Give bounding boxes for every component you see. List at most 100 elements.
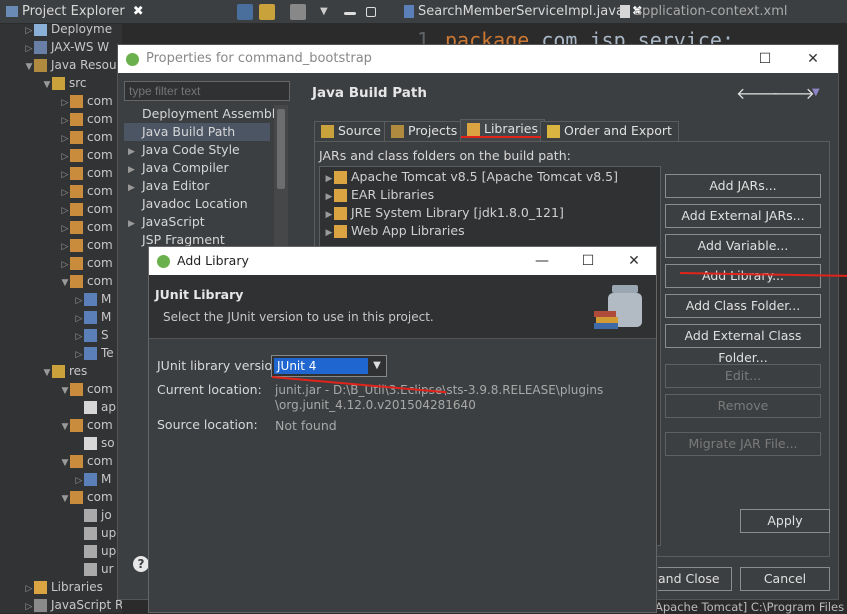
tab-source[interactable]: Source xyxy=(314,121,388,141)
explorer-item[interactable]: ▷ com xyxy=(60,218,113,236)
close-icon[interactable]: ✕ xyxy=(611,247,657,275)
explorer-item[interactable]: ▷ com xyxy=(60,254,113,272)
explorer-item[interactable]: ▼ src xyxy=(42,74,87,92)
explorer-item[interactable]: ▼ Java Resou xyxy=(24,56,117,74)
add-library-titlebar: Add Library — ☐ ✕ xyxy=(149,247,656,275)
junit-version-select[interactable]: JUnit 4 ▼ xyxy=(271,355,387,377)
apply-button[interactable]: Apply xyxy=(740,509,830,533)
annotation-underline-libraries xyxy=(461,136,541,138)
explorer-item[interactable]: ▷ com xyxy=(60,128,113,146)
nav-item-label: Java Editor xyxy=(142,178,210,193)
chevron-right-icon[interactable]: ▷ xyxy=(24,598,34,613)
edit-button[interactable]: Edit... xyxy=(665,364,821,388)
apply-and-close-button[interactable]: and Close xyxy=(658,567,732,591)
tree-node-icon xyxy=(70,113,83,126)
chevron-down-icon[interactable]: ▼ xyxy=(60,490,70,508)
explorer-item[interactable]: ▷ Te xyxy=(74,344,114,362)
collapse-all-icon[interactable] xyxy=(237,4,253,20)
add-external-class-folder-button[interactable]: Add External Class Folder... xyxy=(665,324,821,365)
chevron-down-icon[interactable]: ▼ xyxy=(60,418,70,436)
chevron-right-icon[interactable]: ▶ xyxy=(324,224,334,242)
cancel-button[interactable]: Cancel xyxy=(740,567,830,591)
explorer-item[interactable]: ▷ JavaScript Resou xyxy=(24,596,122,613)
explorer-item[interactable]: ▷ com xyxy=(60,200,113,218)
add-external-jars-button[interactable]: Add External JARs... xyxy=(665,204,821,228)
explorer-item[interactable]: ▷ M xyxy=(74,290,111,308)
chevron-down-icon[interactable]: ▼ xyxy=(42,76,52,94)
view-menu-icon[interactable]: ▼ xyxy=(320,4,332,20)
explorer-item[interactable]: up xyxy=(74,524,116,542)
explorer-item[interactable]: ▼ com xyxy=(60,452,113,470)
nav-item[interactable]: ▶ JavaScript xyxy=(124,213,270,231)
explorer-item[interactable]: ur xyxy=(74,560,114,578)
explorer-item[interactable]: up xyxy=(74,542,116,560)
explorer-item[interactable]: ▷ M xyxy=(74,470,111,488)
remove-button[interactable]: Remove xyxy=(665,394,821,418)
nav-item[interactable]: Javadoc Location xyxy=(124,195,270,213)
minimize-icon[interactable]: — xyxy=(519,247,565,275)
explorer-item[interactable]: ▼ com xyxy=(60,488,113,506)
migrate-jar-button[interactable]: Migrate JAR File... xyxy=(665,432,821,456)
minimize-icon[interactable] xyxy=(344,12,356,15)
explorer-item[interactable]: ▷ S xyxy=(74,326,109,344)
nav-item[interactable]: ▶ Java Compiler xyxy=(124,159,270,177)
close-icon[interactable]: ✕ xyxy=(790,45,836,73)
nav-item[interactable]: ▶ Java Editor xyxy=(124,177,270,195)
explorer-item-label: Libraries xyxy=(51,580,103,594)
explorer-item[interactable]: ▷ com xyxy=(60,92,113,110)
maximize-icon[interactable]: ☐ xyxy=(565,247,611,275)
explorer-item[interactable]: ap xyxy=(74,398,116,416)
explorer-item[interactable]: ▷ com xyxy=(60,236,113,254)
jar-caption: JARs and class folders on the build path… xyxy=(319,148,571,163)
library-item[interactable]: ▶ Apache Tomcat v8.5 [Apache Tomcat v8.5] xyxy=(324,168,618,186)
chevron-down-icon[interactable]: ▼ xyxy=(24,58,34,76)
nav-scroll-thumb[interactable] xyxy=(277,109,285,189)
nav-item[interactable]: Java Build Path xyxy=(124,123,270,141)
chevron-down-icon[interactable]: ▼ xyxy=(60,382,70,400)
view-menu-icon[interactable]: ▼ xyxy=(812,87,820,98)
chevron-down-icon[interactable]: ▼ xyxy=(60,454,70,472)
explorer-item[interactable]: ▼ com xyxy=(60,380,113,398)
explorer-item[interactable]: ▷ Deployme xyxy=(24,24,112,38)
chevron-down-icon[interactable]: ▼ xyxy=(60,274,70,292)
filter-input[interactable] xyxy=(124,81,290,101)
explorer-item[interactable]: so xyxy=(74,434,115,452)
chevron-down-icon[interactable]: ▼ xyxy=(368,356,386,376)
library-item[interactable]: ▶ EAR Libraries xyxy=(324,186,434,204)
nav-item[interactable]: ▶ Java Code Style xyxy=(124,141,270,159)
tree-node-icon xyxy=(34,41,47,54)
add-library-title: Add Library xyxy=(177,253,249,268)
forward-arrow-icon[interactable]: 🡒 xyxy=(772,83,815,103)
chevron-down-icon[interactable]: ▼ xyxy=(42,364,52,382)
explorer-item[interactable]: ▷ JAX-WS W xyxy=(24,38,109,56)
library-item[interactable]: ▶ JRE System Library [jdk1.8.0_121] xyxy=(324,204,564,222)
explorer-item[interactable]: ▷ com xyxy=(60,110,113,128)
tab-application-context[interactable]: application-context.xml xyxy=(620,2,788,22)
tab-project-explorer[interactable]: Project Explorer ✖ xyxy=(6,2,144,22)
explorer-item[interactable]: ▷ com xyxy=(60,146,113,164)
add-class-folder-button[interactable]: Add Class Folder... xyxy=(665,294,821,318)
tree-node-icon xyxy=(84,527,97,540)
explorer-item[interactable]: jo xyxy=(74,506,112,524)
explorer-item[interactable]: ▼ com xyxy=(60,272,113,290)
filter-icon[interactable] xyxy=(290,4,306,20)
explorer-item[interactable]: ▷ com xyxy=(60,164,113,182)
explorer-item[interactable]: ▼ res xyxy=(42,362,87,380)
add-variable-button[interactable]: Add Variable... xyxy=(665,234,821,258)
explorer-item[interactable]: ▷ M xyxy=(74,308,111,326)
add-jars-button[interactable]: Add JARs... xyxy=(665,174,821,198)
maximize-icon[interactable] xyxy=(366,7,376,17)
tab-search-member-service-impl[interactable]: SearchMemberServiceImpl.java ✖ xyxy=(404,2,643,22)
tab-order-and-export[interactable]: Order and Export xyxy=(540,121,679,141)
explorer-item-label: ap xyxy=(101,400,116,414)
maximize-icon[interactable]: ☐ xyxy=(742,45,788,73)
explorer-item[interactable]: ▷ com xyxy=(60,182,113,200)
nav-item[interactable]: Deployment Assembly xyxy=(124,105,283,123)
library-item[interactable]: ▶ Web App Libraries xyxy=(324,222,465,240)
link-with-editor-icon[interactable] xyxy=(259,4,275,20)
explorer-item[interactable]: ▼ com xyxy=(60,416,113,434)
close-icon[interactable]: ✖ xyxy=(133,4,144,19)
explorer-item[interactable]: ▷ Libraries xyxy=(24,578,103,596)
tab-projects[interactable]: Projects xyxy=(384,121,465,141)
help-icon[interactable]: ? xyxy=(133,556,149,572)
